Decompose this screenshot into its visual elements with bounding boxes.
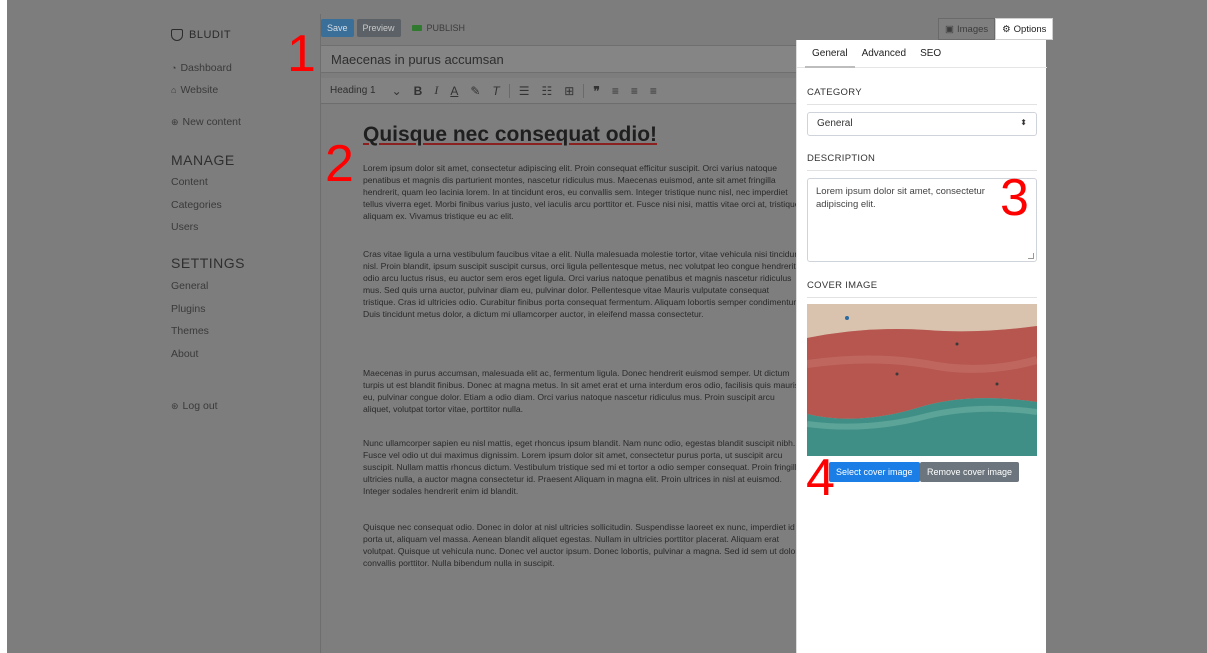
manage-heading: MANAGE (171, 152, 235, 168)
chevron-down-icon[interactable]: ⌄ (386, 84, 408, 98)
settings-heading: SETTINGS (171, 255, 246, 271)
home-icon: ⌂ (171, 85, 177, 95)
cover-image-label: COVER IMAGE (807, 280, 878, 291)
images-tab[interactable]: ▣ Images (938, 18, 996, 40)
logout-icon: ⊛ (171, 400, 179, 411)
table-icon[interactable]: ⊞ (558, 84, 580, 98)
tab-advanced[interactable]: Advanced (855, 40, 913, 68)
sort-arrows-icon: ⬍ (1020, 118, 1027, 127)
italic-icon[interactable]: I (428, 83, 444, 98)
sidebar: BLUDIT ◔ Dashboard ⌂ Website ⊕ New conte… (0, 0, 320, 653)
editor-action-bar: Save Preview PUBLISH (321, 18, 465, 38)
title-input[interactable]: Maecenas in purus accumsan (321, 45, 797, 73)
publish-toggle[interactable]: PUBLISH (411, 23, 466, 33)
sidebar-item-users[interactable]: Users (171, 221, 198, 233)
align-center-icon[interactable]: ≡ (625, 84, 644, 98)
clear-format-icon[interactable]: T (486, 84, 505, 98)
sidebar-item-general[interactable]: General (171, 280, 208, 292)
images-tab-label: Images (956, 23, 989, 35)
sidebar-link-logout[interactable]: ⊛ Log out (171, 400, 218, 412)
editor-toolbar: Heading 1 ⌄ B I A ✎ T ☰ ☷ ⊞ ❞ ≡ ≡ ≡ (321, 78, 797, 104)
options-panel: General Advanced SEO CATEGORY General ⬍ … (796, 40, 1047, 653)
sidebar-link-label: Website (180, 84, 219, 96)
category-select-value: General (817, 118, 853, 129)
annotation-3: 3 (1000, 169, 1029, 227)
content-paragraph: Maecenas in purus accumsan, malesuada el… (363, 368, 796, 414)
numbered-list-icon[interactable]: ☷ (536, 84, 559, 98)
sidebar-link-label: New content (182, 116, 241, 128)
tab-seo[interactable]: SEO (913, 40, 948, 68)
toggle-icon (411, 25, 422, 31)
content-paragraph: Nunc ullamcorper sapien eu nisl mattis, … (363, 438, 796, 496)
resize-handle[interactable] (1028, 253, 1034, 259)
sidebar-link-label: Log out (182, 400, 218, 412)
annotation-2: 2 (325, 135, 354, 193)
publish-label: PUBLISH (426, 23, 466, 33)
sidebar-link-website[interactable]: ⌂ Website (171, 84, 218, 96)
content-paragraph: Cras vitae ligula a urna vestibulum fauc… (363, 249, 796, 319)
highlight-icon[interactable]: ✎ (464, 84, 486, 98)
gear-icon: ⚙ (1002, 23, 1011, 35)
sidebar-item-about[interactable]: About (171, 348, 198, 360)
align-left-icon[interactable]: ≡ (606, 84, 625, 98)
sidebar-item-content[interactable]: Content (171, 176, 208, 188)
toolbar-separator (583, 83, 585, 98)
content-heading: Quisque nec consequat odio! (363, 123, 658, 146)
quote-icon[interactable]: ❞ (587, 84, 605, 98)
cover-image-preview (807, 304, 1037, 456)
toolbar-separator (508, 83, 510, 98)
divider (807, 297, 1037, 298)
column-divider (320, 14, 321, 653)
select-cover-image-button[interactable]: Select cover image (829, 462, 920, 482)
category-label: CATEGORY (807, 87, 862, 98)
tab-general[interactable]: General (805, 40, 855, 68)
annotation-4: 4 (806, 449, 835, 507)
content-paragraph: Quisque nec consequat odio. Donec in dol… (363, 522, 796, 568)
dashboard-icon: ◔ (171, 63, 177, 73)
sidebar-item-plugins[interactable]: Plugins (171, 303, 205, 315)
sidebar-link-dashboard[interactable]: ◔ Dashboard (171, 62, 232, 74)
preview-button[interactable]: Preview (356, 19, 401, 37)
sidebar-link-label: Dashboard (180, 62, 232, 74)
annotation-1: 1 (287, 25, 316, 83)
sidebar-tabs: ▣ Images ⚙ Options (938, 18, 1054, 40)
sidebar-link-new-content[interactable]: ⊕ New content (171, 116, 241, 128)
sidebar-item-categories[interactable]: Categories (171, 199, 222, 211)
description-label: DESCRIPTION (807, 153, 876, 164)
brand[interactable]: BLUDIT (171, 29, 231, 41)
sidebar-item-themes[interactable]: Themes (171, 325, 209, 337)
description-value: Lorem ipsum dolor sit amet, consectetur … (816, 186, 985, 210)
align-right-icon[interactable]: ≡ (644, 84, 663, 98)
heading-select[interactable]: Heading 1 (330, 85, 386, 96)
bullet-list-icon[interactable]: ☰ (513, 84, 536, 98)
bludit-logo-icon (171, 29, 183, 41)
options-tab[interactable]: ⚙ Options (995, 18, 1054, 40)
bold-icon[interactable]: B (408, 84, 429, 98)
plus-circle-icon: ⊕ (171, 116, 179, 127)
brand-name: BLUDIT (189, 29, 232, 41)
category-select[interactable]: General ⬍ (807, 112, 1037, 136)
divider (807, 104, 1037, 105)
content-paragraph: Lorem ipsum dolor sit amet, consectetur … (363, 163, 796, 221)
image-icon: ▣ (945, 23, 954, 35)
editor-content[interactable]: Quisque nec consequat odio! Lorem ipsum … (322, 105, 796, 653)
text-color-icon[interactable]: A (444, 84, 464, 98)
options-tab-label: Options (1013, 23, 1047, 35)
beach-aerial-image (807, 304, 1037, 456)
save-button[interactable]: Save (321, 19, 354, 37)
options-subtabs: General Advanced SEO (797, 40, 1047, 68)
remove-cover-image-button[interactable]: Remove cover image (920, 462, 1020, 482)
